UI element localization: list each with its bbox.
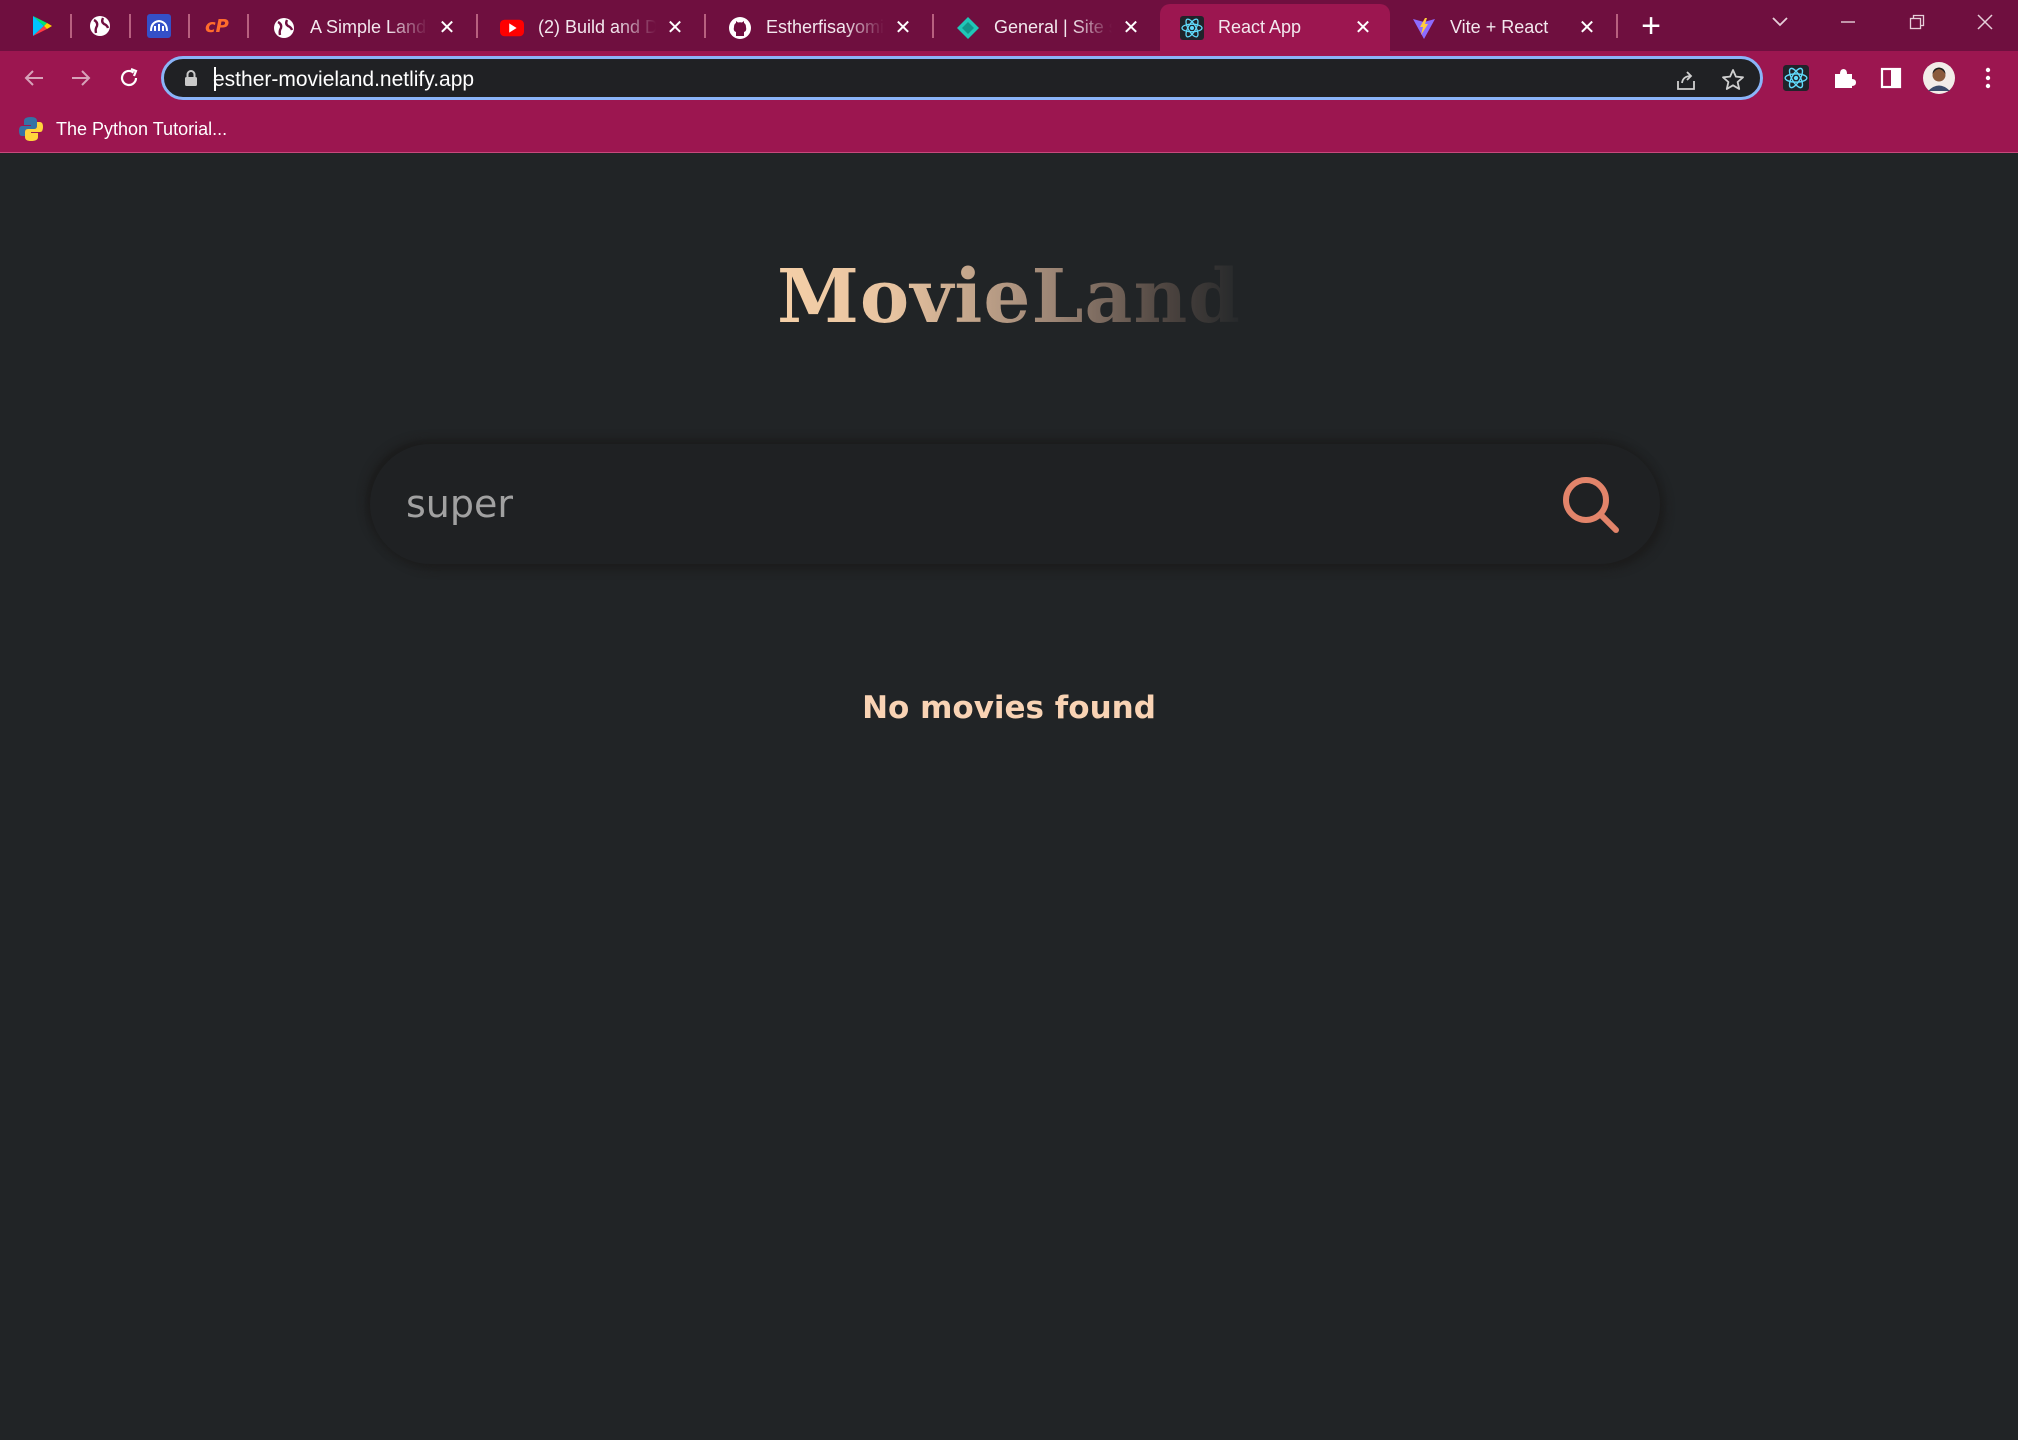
python-icon bbox=[19, 117, 43, 141]
tab-title: Estherfisayomi12 bbox=[766, 17, 884, 38]
app-title-text: MovieLand bbox=[777, 254, 1241, 340]
arrow-right-icon bbox=[72, 70, 91, 86]
react-devtools-extension[interactable] bbox=[1780, 62, 1812, 94]
tab-title: General | Site settings bbox=[994, 17, 1112, 38]
search-box bbox=[370, 444, 1660, 564]
profile-button[interactable] bbox=[1923, 62, 1955, 94]
tab-build-and-deploy[interactable]: (2) Build and Deploy ✕ bbox=[480, 4, 702, 51]
restore-icon bbox=[1909, 14, 1925, 30]
minimize-button[interactable] bbox=[1818, 0, 1878, 44]
share-button[interactable] bbox=[1672, 66, 1700, 94]
vite-icon bbox=[1412, 16, 1436, 40]
tab-title: Vite + React bbox=[1450, 17, 1549, 37]
reload-button[interactable] bbox=[111, 60, 147, 96]
app-page: MovieLand No movies found bbox=[0, 154, 2018, 1440]
close-icon[interactable]: ✕ bbox=[1120, 17, 1142, 39]
arrow-left-icon bbox=[24, 70, 43, 86]
close-window-button[interactable] bbox=[1955, 0, 2015, 44]
close-icon[interactable]: ✕ bbox=[436, 17, 458, 39]
tab-simple-landing[interactable]: A Simple Landing Page ✕ bbox=[252, 4, 474, 51]
youtube-icon bbox=[500, 16, 524, 40]
minimize-icon bbox=[1841, 21, 1855, 23]
avatar bbox=[1923, 62, 1955, 94]
back-button[interactable] bbox=[16, 60, 52, 96]
star-icon bbox=[1722, 69, 1744, 90]
tab-vite-react[interactable]: Vite + React ✕ bbox=[1392, 4, 1614, 51]
close-icon bbox=[1977, 14, 1993, 30]
bookmark-star-button[interactable] bbox=[1719, 66, 1747, 94]
app-title: MovieLand bbox=[0, 254, 2018, 340]
search-icon[interactable] bbox=[1560, 474, 1622, 536]
tab-github[interactable]: Estherfisayomi12 ✕ bbox=[708, 4, 930, 51]
bookmark-python-tutorial[interactable]: The Python Tutorial... bbox=[18, 114, 227, 144]
browser-menu-button[interactable] bbox=[1972, 62, 2004, 94]
new-tab-button[interactable]: + bbox=[1633, 8, 1669, 44]
address-bar[interactable]: esther-movieland.netlify.app bbox=[161, 56, 1763, 100]
share-icon bbox=[1677, 71, 1695, 90]
tab-search-button[interactable] bbox=[1750, 0, 1810, 44]
url-text: esther-movieland.netlify.app bbox=[213, 68, 475, 91]
globe-icon bbox=[272, 16, 296, 40]
pinned-tab-cloud[interactable] bbox=[137, 8, 181, 44]
close-icon[interactable]: ✕ bbox=[1576, 17, 1598, 39]
pinned-tab-cpanel[interactable]: cP bbox=[196, 8, 240, 44]
forward-button[interactable] bbox=[63, 60, 99, 96]
pinned-tab-google-play[interactable] bbox=[20, 8, 64, 44]
react-icon bbox=[1180, 15, 1204, 40]
side-panel-button[interactable] bbox=[1875, 62, 1907, 94]
tab-title: React App bbox=[1218, 17, 1302, 37]
side-panel-icon bbox=[1880, 67, 1902, 89]
bookmark-label: The Python Tutorial... bbox=[56, 118, 228, 139]
tab-title: A Simple Landing Page bbox=[310, 17, 428, 38]
cpanel-icon: cP bbox=[205, 16, 229, 37]
netlify-icon bbox=[956, 16, 980, 40]
globe-icon bbox=[90, 16, 110, 36]
restore-button[interactable] bbox=[1887, 0, 1947, 44]
reload-icon bbox=[120, 67, 138, 87]
pinned-tab-globe[interactable] bbox=[78, 8, 122, 44]
puzzle-icon bbox=[1835, 69, 1856, 88]
more-vertical-icon bbox=[1985, 67, 1991, 89]
tab-react-app[interactable]: React App ✕ bbox=[1160, 4, 1390, 51]
react-icon bbox=[1783, 65, 1809, 91]
close-icon[interactable]: ✕ bbox=[892, 17, 914, 39]
tab-strip: cP A Simple Landing Page ✕ (2) Build and… bbox=[0, 0, 2018, 51]
github-icon bbox=[728, 16, 752, 40]
close-icon[interactable]: ✕ bbox=[664, 17, 686, 39]
close-icon[interactable]: ✕ bbox=[1352, 17, 1374, 39]
bookmarks-bar: The Python Tutorial... bbox=[0, 104, 2018, 153]
chevron-down-icon bbox=[1772, 17, 1788, 27]
cloud-drive-icon bbox=[147, 14, 171, 38]
lock-icon bbox=[185, 70, 197, 86]
empty-state-message: No movies found bbox=[862, 690, 1156, 726]
google-play-icon bbox=[33, 16, 52, 36]
svg-text:cP: cP bbox=[205, 16, 229, 37]
search-input[interactable] bbox=[406, 474, 1486, 534]
tab-title: (2) Build and Deploy bbox=[538, 17, 656, 38]
browser-toolbar: esther-movieland.netlify.app bbox=[0, 51, 2018, 104]
tab-site-settings[interactable]: General | Site settings ✕ bbox=[936, 4, 1158, 51]
extensions-button[interactable] bbox=[1828, 62, 1860, 94]
